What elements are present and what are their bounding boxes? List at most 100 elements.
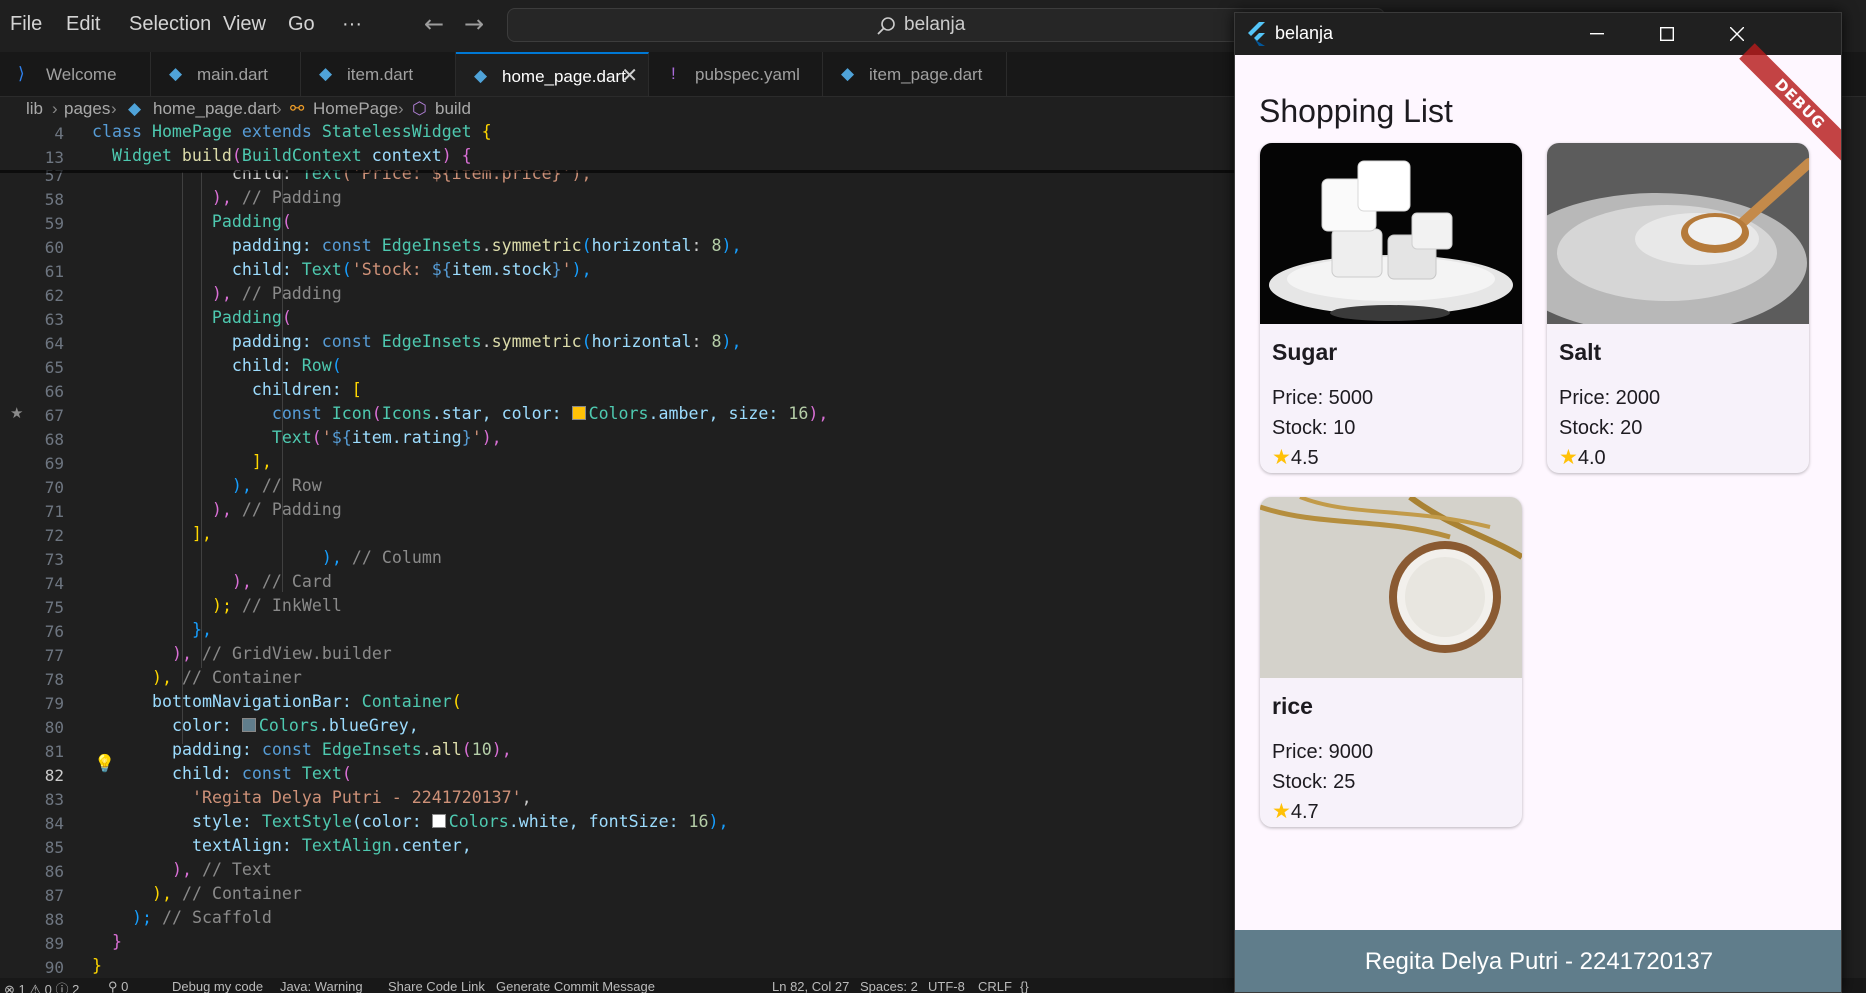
chevron-right-icon: ›	[111, 99, 117, 118]
code-token: extends	[241, 122, 322, 141]
code-token: ),	[721, 332, 742, 351]
star-icon: ★	[1272, 446, 1291, 469]
menu-file[interactable]: File	[10, 13, 42, 36]
tab-welcome[interactable]: ⟩ Welcome	[0, 52, 151, 96]
code-token: Colors	[448, 812, 509, 831]
share-code-link[interactable]: Share Code Link	[388, 979, 485, 993]
code-token: // Card	[261, 572, 332, 591]
tab-home-page-dart[interactable]: ◆ home_page.dart ✕	[456, 52, 649, 96]
code-token: ),	[571, 260, 592, 279]
breadcrumb-file[interactable]: home_page.dart	[153, 99, 277, 119]
encoding-status[interactable]: UTF-8	[928, 979, 965, 993]
code-token: .star, color:	[431, 404, 572, 423]
code-token: ),	[92, 500, 242, 519]
line-number: 63	[44, 310, 64, 329]
indentation-status[interactable]: Spaces: 2	[860, 979, 918, 993]
item-stock: Stock: 10	[1272, 417, 1356, 439]
minimize-icon	[1590, 33, 1604, 35]
code-token: 8	[711, 332, 722, 351]
sticky-scroll-line[interactable]: 4 class HomePage extends StatelessWidget…	[0, 122, 1240, 146]
item-card-sugar[interactable]: Sugar Price: 5000 Stock: 10 ★4.5	[1260, 143, 1522, 473]
line-number: 66	[44, 382, 64, 401]
code-line: ), // Row	[92, 476, 322, 495]
code-token: (	[341, 764, 352, 783]
app-window-title: belanja	[1275, 23, 1334, 43]
breadcrumb-class[interactable]: HomePage	[313, 99, 398, 119]
code-token: (	[581, 236, 592, 255]
line-number: 75	[44, 598, 64, 617]
cursor-position[interactable]: Ln 82, Col 27	[772, 979, 849, 993]
footer-text: Regita Delya Putri - 2241720137	[1364, 948, 1714, 975]
code-line: padding: const EdgeInsets.symmetric(hori…	[92, 332, 742, 351]
maximize-button[interactable]	[1632, 13, 1702, 55]
menu-more[interactable]: ···	[342, 13, 362, 36]
breadcrumb-pages[interactable]: pages	[64, 99, 110, 119]
code-line: padding: const EdgeInsets.all(10),	[152, 740, 512, 759]
code-token: // Scaffold	[161, 908, 272, 927]
code-line: ), // Card	[172, 572, 332, 591]
code-token: 'Regita Delya Putri - 2241720137'	[191, 788, 522, 807]
debug-status[interactable]: Debug my code	[172, 979, 263, 993]
code-token: '	[471, 428, 482, 447]
code-token: // GridView.builder	[201, 644, 392, 663]
tab-main-dart[interactable]: ◆ main.dart	[151, 52, 301, 96]
back-arrow-icon[interactable]: ←	[424, 10, 444, 38]
code-token: context	[371, 146, 442, 165]
breadcrumb-method[interactable]: build	[435, 99, 471, 119]
eol-status[interactable]: CRLF	[978, 979, 1012, 993]
code-line: },	[172, 620, 212, 639]
forward-arrow-icon[interactable]: →	[464, 10, 484, 38]
language-status[interactable]: {}	[1020, 979, 1029, 993]
code-line: Text('${item.rating}'),	[92, 428, 502, 447]
line-number: 59	[44, 214, 64, 233]
code-token: // Container	[181, 668, 302, 687]
line-number: 77	[44, 646, 64, 665]
dart-icon: ◆	[319, 64, 333, 83]
item-card-salt[interactable]: Salt Price: 2000 Stock: 20 ★4.0	[1547, 143, 1809, 473]
color-swatch-bluegrey[interactable]	[241, 718, 256, 732]
flutter-logo-icon	[1248, 22, 1265, 46]
item-name: rice	[1272, 693, 1313, 719]
ports-indicator[interactable]: ⚲ 0	[108, 979, 128, 993]
code-token: Text	[301, 764, 342, 783]
menu-go[interactable]: Go	[288, 13, 315, 36]
code-token: textAlign:	[152, 836, 302, 855]
menu-view[interactable]: View	[223, 13, 266, 36]
color-swatch-amber[interactable]	[571, 406, 586, 420]
breadcrumb-lib[interactable]: lib	[26, 99, 43, 119]
tab-label: home_page.dart	[502, 67, 626, 86]
code-line: Padding(	[92, 212, 292, 231]
sticky-scroll-line[interactable]: 13 Widget build(BuildContext context) {	[0, 146, 1240, 170]
lightbulb-icon[interactable]: 💡	[94, 754, 115, 774]
code-token: },	[172, 620, 212, 639]
menu-selection[interactable]: Selection	[129, 13, 211, 36]
line-number: 88	[44, 910, 64, 929]
code-token: TextAlign	[301, 836, 392, 855]
tab-item-page-dart[interactable]: ◆ item_page.dart	[823, 52, 1007, 96]
code-token: [	[351, 380, 362, 399]
code-token: StatelessWidget	[321, 122, 482, 141]
line-number: 83	[44, 790, 64, 809]
color-swatch-white[interactable]	[431, 814, 446, 828]
item-card-rice[interactable]: rice Price: 9000 Stock: 25 ★4.7	[1260, 497, 1522, 827]
tab-pubspec-yaml[interactable]: ! pubspec.yaml	[649, 52, 823, 96]
line-number: 70	[44, 478, 64, 497]
generate-commit-message[interactable]: Generate Commit Message	[496, 979, 655, 993]
java-status[interactable]: Java: Warning	[280, 979, 363, 993]
problems-indicator[interactable]: ⊗ 1 ⚠ 0 ⓘ 2	[4, 979, 79, 993]
code-token: (	[231, 146, 242, 165]
code-editor[interactable]: 57 child: Text('Price: ${item.price}'), …	[0, 122, 1240, 978]
line-number: 68	[44, 430, 64, 449]
code-token: ),	[152, 884, 182, 903]
code-token: color:	[152, 716, 242, 735]
close-window-button[interactable]	[1702, 13, 1772, 55]
code-token: horizontal	[591, 332, 692, 351]
close-icon[interactable]: ✕	[621, 63, 638, 88]
menu-edit[interactable]: Edit	[66, 13, 100, 36]
tab-item-dart[interactable]: ◆ item.dart	[301, 52, 456, 96]
code-line: }	[92, 956, 102, 975]
minimize-button[interactable]	[1562, 13, 1632, 55]
code-token: .	[481, 332, 492, 351]
